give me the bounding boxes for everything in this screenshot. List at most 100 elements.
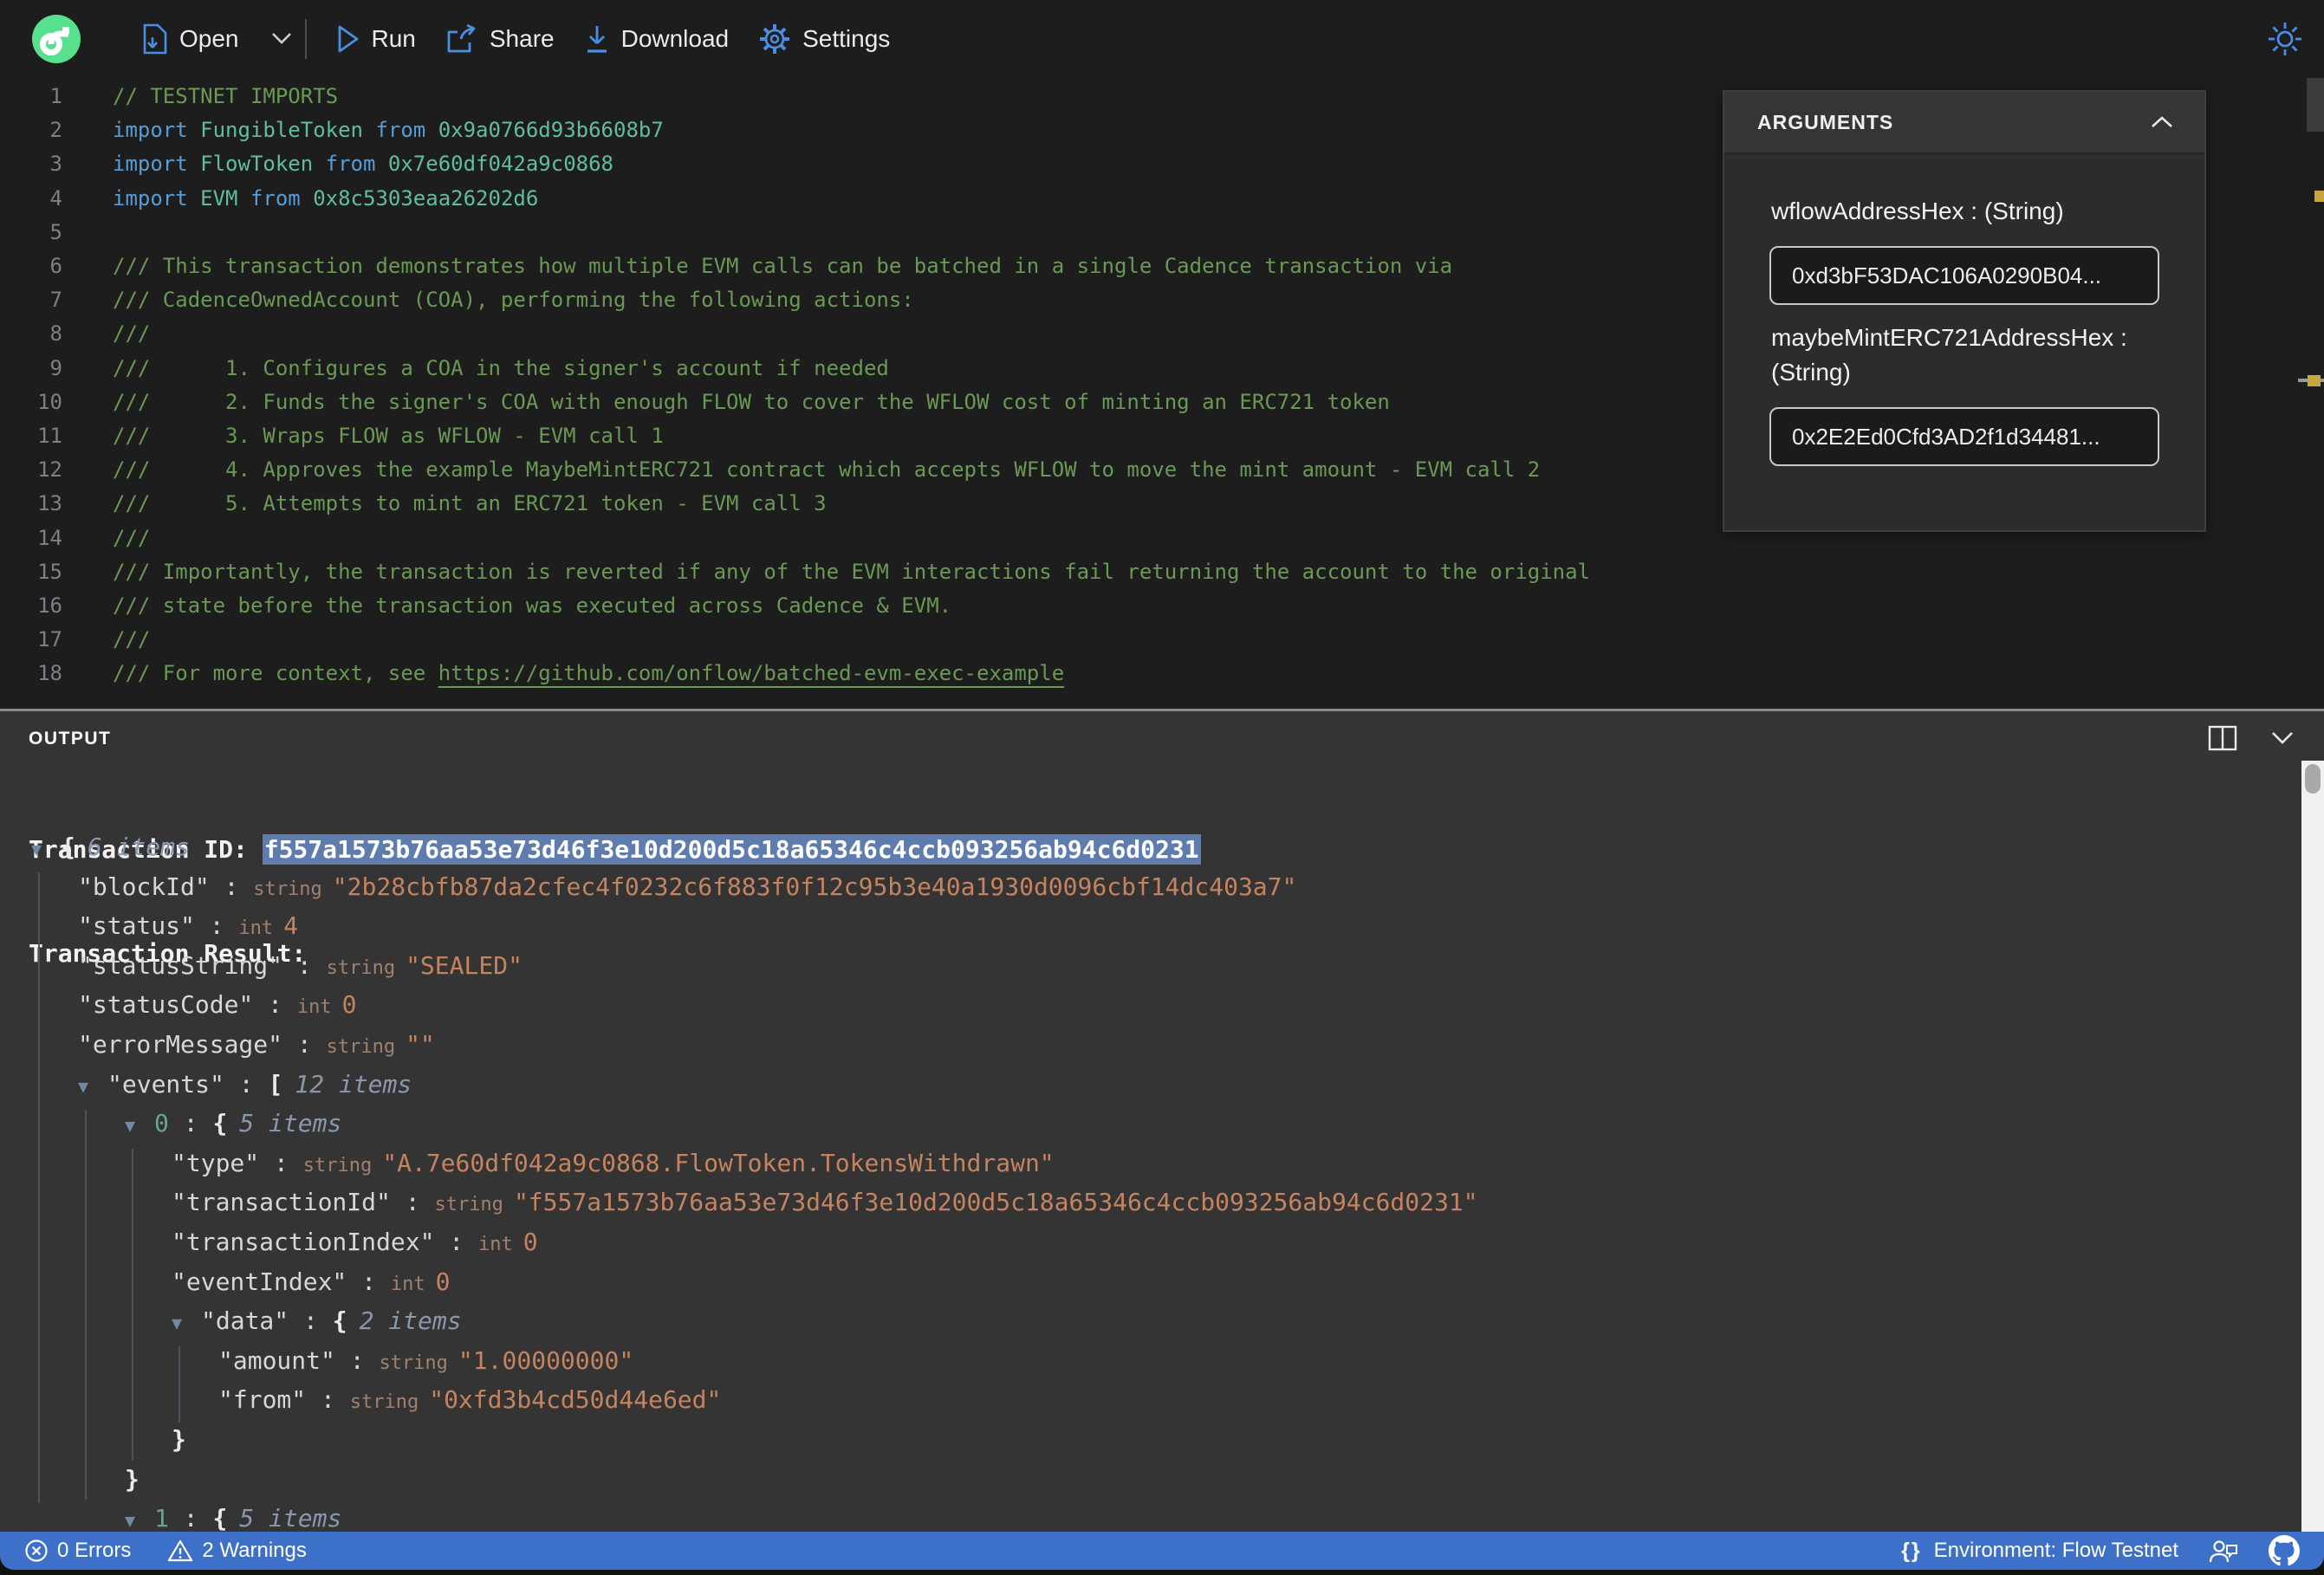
code-token: /// 2. Funds the signer's COA with enoug…: [113, 389, 1390, 414]
maybe-mint-erc721-address-input[interactable]: 0x2E2Ed0Cfd3AD2f1d34481...: [1769, 407, 2159, 466]
output-panel: OUTPUT Transaction ID: f557a1573b76aa53e…: [0, 711, 2324, 1532]
json-ty: string: [326, 956, 396, 979]
wflow-address-input[interactable]: 0xd3bF53DAC106A0290B04...: [1769, 246, 2159, 305]
code-line: 17 ///: [0, 623, 2324, 657]
output-collapse-chevron-icon[interactable]: [2269, 729, 2296, 747]
collapse-arrow-icon[interactable]: ▼: [125, 1106, 154, 1146]
line-number: 12: [37, 457, 62, 483]
json-str: "SEALED": [406, 950, 523, 980]
json-br: {: [332, 1306, 347, 1336]
open-file-icon: [143, 23, 167, 55]
json-key: "transactionIndex": [172, 1227, 435, 1256]
json-tree-row: "transactionId" : string "f557a1573b76aa5…: [0, 1183, 2298, 1222]
json-tree-row: "eventIndex" : int 0: [0, 1262, 2298, 1302]
argument-label: maybeMintERC721AddressHex : (String): [1771, 324, 2127, 386]
code-text: ///: [113, 522, 150, 555]
code-token: 0x7e60df042a9c0868: [387, 152, 613, 177]
json-tree-row: ▼ "data" : {2 items: [0, 1301, 2298, 1341]
code-token: EVM: [200, 185, 250, 211]
theme-toggle-button[interactable]: [2267, 21, 2303, 62]
json-pn: :: [289, 1306, 333, 1336]
json-pn: :: [282, 1029, 327, 1059]
json-ty: int: [390, 1273, 425, 1295]
output-scrollbar-thumb[interactable]: [2305, 764, 2321, 794]
code-text: /// CadenceOwnedAccount (COA), performin…: [113, 283, 914, 317]
code-text: /// 2. Funds the signer's COA with enoug…: [113, 386, 1390, 419]
line-number: 2: [49, 118, 62, 143]
json-int: 4: [283, 911, 299, 941]
chevron-down-icon: [271, 33, 291, 44]
code-token: import: [113, 118, 201, 143]
json-key: "statusCode": [78, 990, 254, 1020]
open-label: Open: [179, 25, 239, 52]
editor-scrollbar-thumb[interactable]: [2307, 78, 2324, 132]
json-it: 12 items: [295, 1069, 412, 1099]
json-ty: string: [379, 1351, 448, 1374]
environment-item[interactable]: {} Environment: Flow Testnet: [1901, 1539, 2178, 1564]
arguments-body: wflowAddressHex : (String) 0xd3bF53DAC10…: [1724, 154, 2204, 530]
line-number: 11: [37, 424, 62, 449]
json-key: "transactionId": [172, 1188, 391, 1217]
json-br: {: [61, 833, 75, 861]
code-token: /// 1. Configures a COA in the signer's …: [113, 355, 889, 380]
json-ty: string: [349, 1391, 419, 1414]
warnings-item[interactable]: 2 Warnings: [167, 1539, 307, 1563]
code-token: from: [250, 185, 314, 211]
code-text: /// Importantly, the transaction is reve…: [113, 555, 1590, 589]
output-scrollbar[interactable]: [2301, 761, 2324, 1532]
json-key: "events": [107, 1069, 224, 1099]
feedback-person-icon[interactable]: [2208, 1537, 2239, 1565]
download-button[interactable]: Download: [584, 23, 729, 55]
line-number: 5: [49, 219, 62, 244]
collapse-arrow-icon[interactable]: ▼: [125, 1501, 154, 1532]
json-it: 2 items: [359, 1306, 462, 1336]
json-key: "eventIndex": [172, 1267, 347, 1296]
download-icon: [587, 26, 607, 53]
errors-item[interactable]: 0 Errors: [24, 1539, 131, 1563]
warning-marker: [2314, 191, 2324, 202]
collapse-arrow-icon[interactable]: ▼: [172, 1304, 201, 1344]
json-key: "statusString": [78, 950, 283, 980]
split-editor-icon[interactable]: [2208, 725, 2237, 751]
json-ty: string: [434, 1194, 503, 1216]
line-number: 13: [37, 491, 62, 516]
json-pn: :: [434, 1227, 479, 1256]
json-key: "errorMessage": [78, 1029, 283, 1059]
editor-section: Open Run Share Download Settings 1 // TE…: [0, 0, 2324, 709]
github-icon[interactable]: [2269, 1535, 2300, 1566]
code-token: /// state before the transaction was exe…: [113, 593, 952, 619]
json-pn: :: [194, 911, 239, 941]
line-number: 4: [49, 185, 62, 211]
share-icon: [447, 23, 476, 53]
json-tree-row: ▼ 0 : {5 items: [0, 1104, 2298, 1144]
json-str: "0xfd3b4cd50d44e6ed": [429, 1385, 722, 1415]
collapse-chevron-icon[interactable]: [2149, 114, 2175, 130]
line-number: 15: [37, 559, 62, 584]
code-text: /// For more context, see https://github…: [113, 657, 1064, 690]
argument-label: wflowAddressHex : (String): [1771, 198, 2064, 224]
code-link[interactable]: https://github.com/onflow/batched-evm-ex…: [438, 661, 1064, 685]
run-button[interactable]: Run: [336, 24, 416, 54]
errors-label: 0 Errors: [57, 1539, 132, 1562]
json-key: "data": [201, 1306, 289, 1336]
json-pn: :: [209, 872, 254, 901]
line-number: 10: [37, 389, 62, 414]
collapse-arrow-icon[interactable]: ▼: [78, 1067, 107, 1107]
settings-button[interactable]: Settings: [758, 23, 890, 55]
json-tree-row: "from" : string "0xfd3b4cd50d44e6ed": [0, 1380, 2298, 1420]
open-button[interactable]: Open: [140, 23, 239, 55]
json-br: [: [268, 1069, 283, 1099]
overview-ruler[interactable]: [2298, 78, 2324, 709]
json-ty: int: [296, 996, 332, 1019]
collapse-arrow-icon[interactable]: ▼: [31, 830, 61, 870]
error-icon: [25, 1539, 48, 1562]
json-key: "type": [172, 1148, 260, 1177]
toolbar-separator: [304, 19, 307, 59]
share-button[interactable]: Share: [445, 23, 555, 55]
status-bar: 0 Errors 2 Warnings {} Environment: Flow…: [0, 1532, 2324, 1570]
sun-icon: [2269, 23, 2301, 55]
json-str: "1.00000000": [458, 1345, 634, 1375]
code-text: /// 1. Configures a COA in the signer's …: [113, 352, 889, 386]
json-tree-row: }: [0, 1420, 2298, 1460]
open-dropdown-button[interactable]: [269, 30, 295, 48]
